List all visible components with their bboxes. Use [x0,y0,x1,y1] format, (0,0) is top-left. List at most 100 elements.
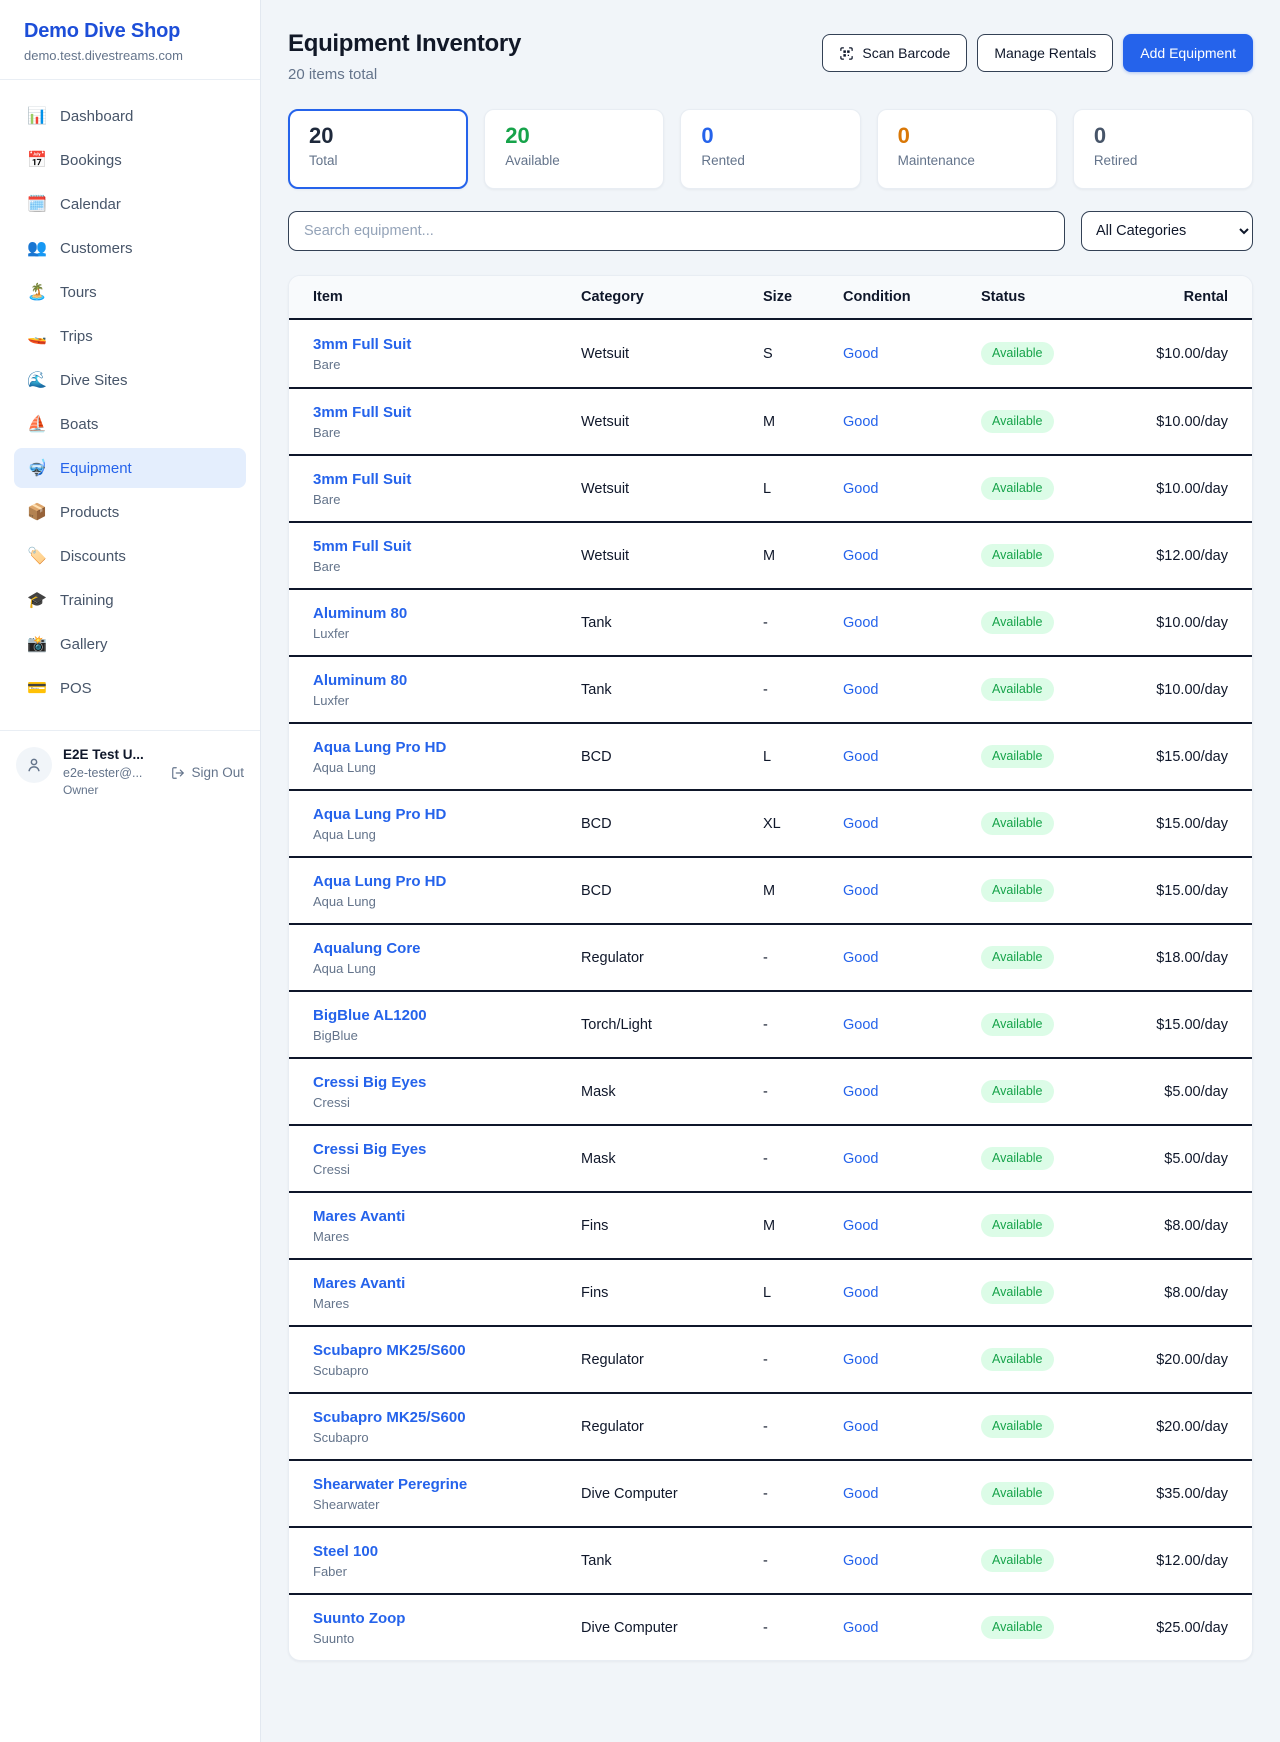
category-select[interactable]: All Categories [1081,211,1253,251]
sidebar-item-customers[interactable]: 👥 Customers [14,228,246,268]
item-name-link[interactable]: Aluminum 80 [313,605,581,622]
sidebar-item-label: Dashboard [60,108,133,125]
item-name-link[interactable]: 3mm Full Suit [313,404,581,421]
sidebar-item-dashboard[interactable]: 📊 Dashboard [14,96,246,136]
bookings-icon: 📅 [27,150,47,170]
item-name-link[interactable]: Steel 100 [313,1543,581,1560]
stat-value: 20 [505,123,643,149]
stat-card-maintenance[interactable]: 0 Maintenance [877,109,1057,189]
table-row: Mares Avanti Mares Fins L Good Available… [289,1258,1252,1325]
rental-price: $15.00/day [1151,883,1228,899]
item-name-link[interactable]: Scubapro MK25/S600 [313,1409,581,1426]
status-badge: Available [981,879,1054,902]
column-header-item: Item [313,289,581,305]
sidebar-item-label: Boats [60,416,98,433]
condition-link[interactable]: Good [843,1486,878,1502]
item-name-link[interactable]: BigBlue AL1200 [313,1007,581,1024]
item-size: - [763,950,843,966]
item-category: Wetsuit [581,481,763,497]
item-name-link[interactable]: Shearwater Peregrine [313,1476,581,1493]
status-badge: Available [981,1549,1054,1572]
condition-link[interactable]: Good [843,682,878,698]
item-brand: Scubapro [313,1430,581,1445]
stat-card-total[interactable]: 20 Total [288,109,468,189]
sidebar-item-label: Discounts [60,548,126,565]
user-role: Owner [63,783,244,797]
filters-row: All Categories [288,211,1253,251]
item-name-link[interactable]: Mares Avanti [313,1275,581,1292]
stat-card-retired[interactable]: 0 Retired [1073,109,1253,189]
scan-barcode-button[interactable]: Scan Barcode [822,34,967,72]
item-name-link[interactable]: Aqualung Core [313,940,581,957]
avatar [16,747,52,783]
item-size: M [763,414,843,430]
condition-link[interactable]: Good [843,1352,878,1368]
item-category: BCD [581,749,763,765]
pos-icon: 💳 [27,678,47,698]
condition-link[interactable]: Good [843,414,878,430]
manage-rentals-button[interactable]: Manage Rentals [977,34,1113,72]
table-row: Aqua Lung Pro HD Aqua Lung BCD XL Good A… [289,789,1252,856]
person-icon [25,756,43,774]
item-name-link[interactable]: Aqua Lung Pro HD [313,739,581,756]
item-category: BCD [581,883,763,899]
item-size: L [763,749,843,765]
stat-card-rented[interactable]: 0 Rented [680,109,860,189]
condition-link[interactable]: Good [843,950,878,966]
condition-link[interactable]: Good [843,1553,878,1569]
item-name-link[interactable]: Suunto Zoop [313,1610,581,1627]
condition-link[interactable]: Good [843,1620,878,1636]
condition-link[interactable]: Good [843,1084,878,1100]
sidebar-item-pos[interactable]: 💳 POS [14,668,246,708]
status-badge: Available [981,1482,1054,1505]
sidebar-item-discounts[interactable]: 🏷️ Discounts [14,536,246,576]
sidebar-item-label: Bookings [60,152,122,169]
sidebar-item-products[interactable]: 📦 Products [14,492,246,532]
sidebar-item-bookings[interactable]: 📅 Bookings [14,140,246,180]
item-name-link[interactable]: Cressi Big Eyes [313,1074,581,1091]
sidebar-item-trips[interactable]: 🚤 Trips [14,316,246,356]
condition-link[interactable]: Good [843,816,878,832]
sidebar-item-gallery[interactable]: 📸 Gallery [14,624,246,664]
item-category: Regulator [581,1352,763,1368]
item-name-link[interactable]: 5mm Full Suit [313,538,581,555]
item-name-link[interactable]: Aluminum 80 [313,672,581,689]
add-equipment-button[interactable]: Add Equipment [1123,34,1253,72]
sidebar-item-boats[interactable]: ⛵ Boats [14,404,246,444]
item-brand: Aqua Lung [313,827,581,842]
item-name-link[interactable]: Mares Avanti [313,1208,581,1225]
sidebar-item-calendar[interactable]: 🗓️ Calendar [14,184,246,224]
item-name-link[interactable]: Scubapro MK25/S600 [313,1342,581,1359]
sidebar-item-dive-sites[interactable]: 🌊 Dive Sites [14,360,246,400]
condition-link[interactable]: Good [843,1017,878,1033]
main-content: Equipment Inventory 20 items total Scan … [261,0,1280,1742]
item-size: - [763,1419,843,1435]
sidebar-item-training[interactable]: 🎓 Training [14,580,246,620]
condition-link[interactable]: Good [843,749,878,765]
item-name-link[interactable]: 3mm Full Suit [313,336,581,353]
status-badge: Available [981,1080,1054,1103]
sign-out-button[interactable]: Sign Out [171,765,244,780]
item-brand: Bare [313,357,581,372]
condition-link[interactable]: Good [843,883,878,899]
condition-link[interactable]: Good [843,615,878,631]
search-input[interactable] [288,211,1065,251]
page-header: Equipment Inventory 20 items total Scan … [288,30,1253,83]
status-badge: Available [981,477,1054,500]
sidebar-item-equipment[interactable]: 🤿 Equipment [14,448,246,488]
condition-link[interactable]: Good [843,346,878,362]
condition-link[interactable]: Good [843,1151,878,1167]
item-brand: Luxfer [313,626,581,641]
stat-card-available[interactable]: 20 Available [484,109,664,189]
condition-link[interactable]: Good [843,1285,878,1301]
item-name-link[interactable]: 3mm Full Suit [313,471,581,488]
item-name-link[interactable]: Aqua Lung Pro HD [313,806,581,823]
item-name-link[interactable]: Cressi Big Eyes [313,1141,581,1158]
condition-link[interactable]: Good [843,1218,878,1234]
condition-link[interactable]: Good [843,548,878,564]
gallery-icon: 📸 [27,634,47,654]
condition-link[interactable]: Good [843,1419,878,1435]
sidebar-item-tours[interactable]: 🏝️ Tours [14,272,246,312]
item-name-link[interactable]: Aqua Lung Pro HD [313,873,581,890]
condition-link[interactable]: Good [843,481,878,497]
